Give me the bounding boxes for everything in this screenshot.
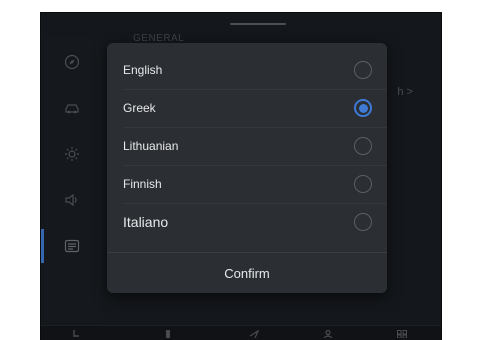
car-icon xyxy=(65,104,79,114)
language-option-label: Lithuanian xyxy=(123,139,179,153)
speaker-icon xyxy=(65,193,77,207)
language-dialog: English Greek Lithuanian Finnish Italian xyxy=(107,43,387,293)
radio-unselected-icon[interactable] xyxy=(354,175,372,193)
divider xyxy=(123,89,387,90)
language-option-label: Greek xyxy=(123,101,156,115)
sidebar-item-sound[interactable] xyxy=(41,177,103,223)
language-option-italiano[interactable]: Italiano xyxy=(107,203,387,241)
settings-sidebar xyxy=(41,37,103,322)
seat-icon[interactable] xyxy=(71,330,81,338)
radio-selected-icon[interactable] xyxy=(354,99,372,117)
language-option-greek[interactable]: Greek xyxy=(107,89,387,127)
divider xyxy=(123,165,387,166)
language-option-lithuanian[interactable]: Lithuanian xyxy=(107,127,387,165)
radio-dot xyxy=(358,103,368,113)
radio-unselected-icon[interactable] xyxy=(354,137,372,155)
confirm-label: Confirm xyxy=(224,265,270,281)
language-option-label: Italiano xyxy=(123,214,169,230)
radio-unselected-icon[interactable] xyxy=(354,61,372,79)
list-icon xyxy=(64,239,80,253)
sidebar-item-display[interactable] xyxy=(41,131,103,177)
person-icon[interactable] xyxy=(323,330,333,338)
divider xyxy=(123,127,387,128)
bottom-nav-bar xyxy=(41,325,441,340)
confirm-button[interactable]: Confirm xyxy=(107,252,387,293)
sidebar-item-vehicle[interactable] xyxy=(41,85,103,131)
compass-icon xyxy=(64,54,80,70)
language-option-finnish[interactable]: Finnish xyxy=(107,165,387,203)
language-option-label: Finnish xyxy=(123,177,162,191)
sidebar-item-navigation[interactable] xyxy=(41,39,103,85)
phone-icon[interactable] xyxy=(163,330,173,338)
device-screen: GENERAL h > English Greek Lithuanian Fin… xyxy=(40,12,442,340)
brightness-icon xyxy=(65,147,79,161)
language-option-label: English xyxy=(123,63,163,77)
page: GENERAL h > English Greek Lithuanian Fin… xyxy=(0,0,477,340)
current-language-value: h > xyxy=(397,86,413,98)
sidebar-item-general[interactable] xyxy=(41,223,103,269)
navigation-arrow-icon[interactable] xyxy=(249,330,259,338)
drag-handle xyxy=(230,23,286,25)
radio-unselected-icon[interactable] xyxy=(354,213,372,231)
language-option-english[interactable]: English xyxy=(107,51,387,89)
apps-grid-icon[interactable] xyxy=(397,330,407,338)
divider xyxy=(123,203,387,204)
